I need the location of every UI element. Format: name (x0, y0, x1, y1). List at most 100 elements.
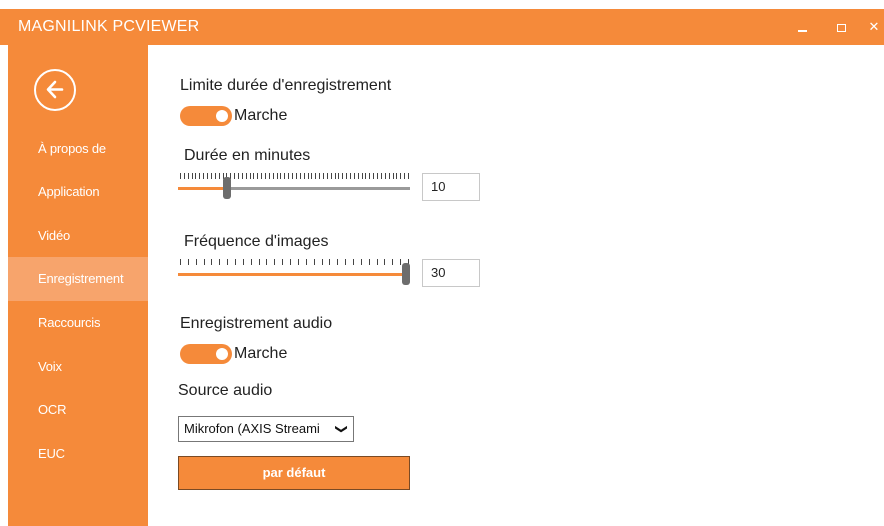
frame-rate-slider[interactable] (178, 259, 410, 289)
slider-tick (365, 173, 366, 179)
slider-tick (250, 173, 251, 179)
back-arrow-icon[interactable] (34, 69, 76, 111)
slider-tick (196, 259, 197, 265)
slider-tick (257, 173, 258, 179)
slider-tick (188, 259, 189, 265)
sidebar-item-voix[interactable]: Voix (8, 345, 148, 389)
slider-tick (219, 259, 220, 265)
limit-duration-label: Limite durée d'enregistrement (180, 77, 392, 94)
duration-minutes-input[interactable]: 10 (422, 173, 480, 201)
slider-tick (235, 259, 236, 265)
duration-minutes-label: Durée en minutes (184, 147, 311, 164)
slider-tick (234, 173, 235, 179)
frame-rate-label: Fréquence d'images (184, 233, 329, 250)
sidebar-item-video[interactable]: Vidéo (8, 214, 148, 258)
sidebar-item-ocr[interactable]: OCR (8, 388, 148, 432)
sidebar-item-euc[interactable]: EUC (8, 432, 148, 476)
slider-tick (306, 259, 307, 265)
slider-thumb[interactable] (402, 263, 410, 285)
slider-tick (369, 259, 370, 265)
minimize-icon[interactable] (790, 15, 814, 39)
slider-tick (195, 173, 196, 179)
slider-fill (178, 187, 227, 190)
slider-tick (353, 259, 354, 265)
slider-tick (266, 259, 267, 265)
slider-tick (290, 259, 291, 265)
slider-thumb[interactable] (223, 177, 231, 199)
slider-tick (215, 173, 216, 179)
sidebar-item-raccourcis[interactable]: Raccourcis (8, 301, 148, 345)
slider-tick (269, 173, 270, 179)
slider-tick (362, 173, 363, 179)
slider-tick (184, 173, 185, 179)
slider-tick (323, 173, 324, 179)
slider-tick (188, 173, 189, 179)
slider-tick (203, 173, 204, 179)
slider-tick (392, 259, 393, 265)
toggle-knob (216, 348, 228, 360)
slider-tick (389, 173, 390, 179)
slider-tick (338, 173, 339, 179)
slider-tick (331, 173, 332, 179)
slider-tick (337, 259, 338, 265)
slider-tick (277, 173, 278, 179)
audio-recording-label: Enregistrement audio (180, 315, 333, 332)
duration-minutes-slider[interactable] (178, 173, 410, 203)
slider-tick (261, 173, 262, 179)
slider-tick (400, 173, 401, 179)
slider-tick (199, 173, 200, 179)
limit-duration-toggle[interactable] (180, 106, 232, 126)
slider-tick (211, 173, 212, 179)
slider-tick (377, 259, 378, 265)
slider-tick (335, 173, 336, 179)
slider-tick (393, 173, 394, 179)
frame-rate-input[interactable]: 30 (422, 259, 480, 287)
sidebar: À propos de Application Vidéo Enregistre… (8, 45, 148, 526)
slider-fill (178, 273, 406, 276)
slider-tick (311, 173, 312, 179)
slider-tick (384, 259, 385, 265)
slider-tick (204, 259, 205, 265)
slider-tick (373, 173, 374, 179)
close-icon[interactable]: ✕ (862, 15, 884, 39)
slider-tick (227, 259, 228, 265)
audio-recording-toggle[interactable] (180, 344, 232, 364)
toggle-knob (216, 110, 228, 122)
sidebar-item-application[interactable]: Application (8, 170, 148, 214)
slider-tick (192, 173, 193, 179)
maximize-icon[interactable] (829, 15, 853, 39)
default-button[interactable]: par défaut (178, 456, 410, 490)
slider-tick (180, 173, 181, 179)
app-title: MAGNILINK PCVIEWER (18, 18, 200, 35)
slider-tick (242, 173, 243, 179)
slider-tick (180, 259, 181, 265)
sidebar-item-enregistrement[interactable]: Enregistrement (8, 257, 148, 301)
slider-tick (308, 173, 309, 179)
slider-tick (381, 173, 382, 179)
slider-tick (350, 173, 351, 179)
sidebar-item-a-propos[interactable]: À propos de (8, 127, 148, 171)
slider-tick (342, 173, 343, 179)
slider-tick (322, 259, 323, 265)
slider-tick (284, 173, 285, 179)
slider-tick (246, 173, 247, 179)
slider-tick (369, 173, 370, 179)
slider-tick (288, 173, 289, 179)
slider-tick (385, 173, 386, 179)
chevron-down-icon: ❯ (334, 423, 349, 435)
slider-tick (300, 173, 301, 179)
slider-tick (219, 173, 220, 179)
audio-source-select[interactable]: Mikrofon (AXIS Streami ❯ (178, 416, 354, 442)
audio-source-label: Source audio (178, 382, 273, 399)
slider-tick (314, 259, 315, 265)
slider-tick (329, 259, 330, 265)
slider-tick (358, 173, 359, 179)
slider-tick (327, 173, 328, 179)
slider-tick (354, 173, 355, 179)
slider-tick (280, 173, 281, 179)
slider-tick (377, 173, 378, 179)
slider-tick (298, 259, 299, 265)
slider-tick (211, 259, 212, 265)
slider-tick (404, 173, 405, 179)
slider-tick (274, 259, 275, 265)
